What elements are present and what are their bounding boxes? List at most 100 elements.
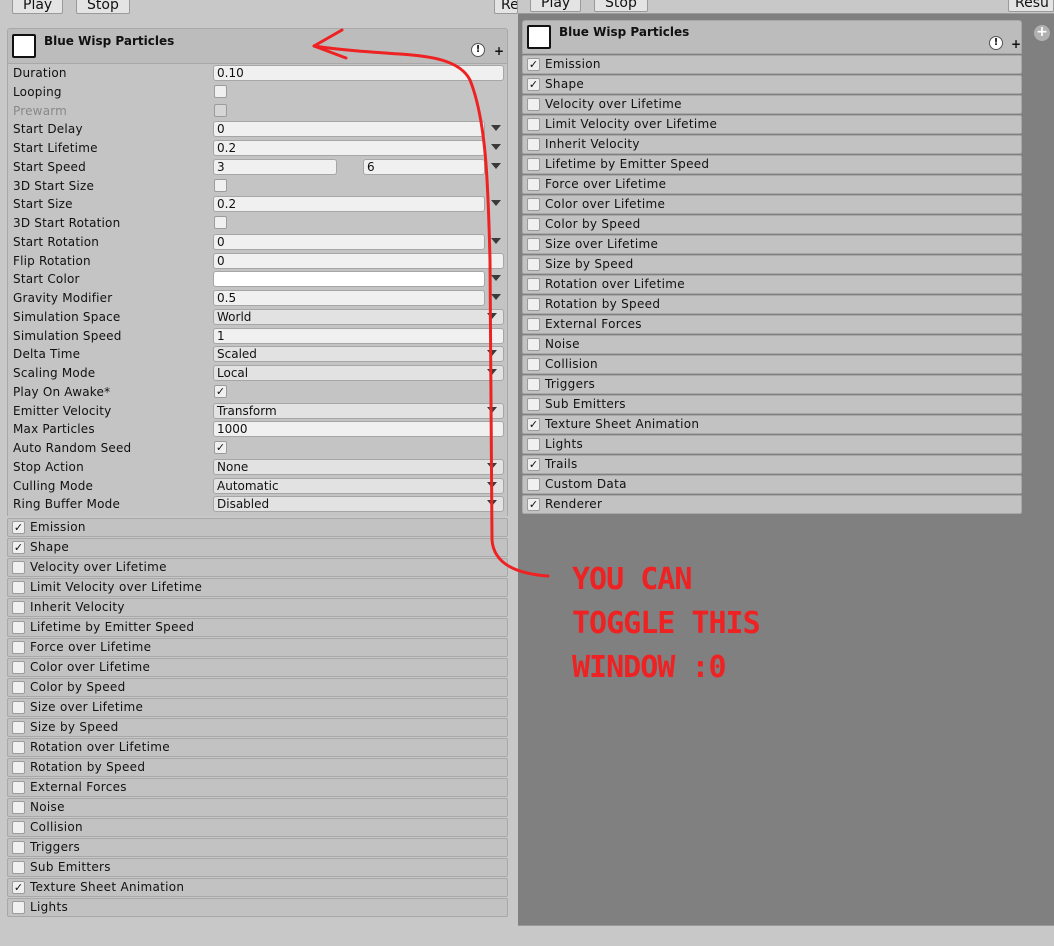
play-on-awake-checkbox[interactable]: ✓ bbox=[214, 384, 227, 398]
module-toggle-checkbox[interactable]: ✓ bbox=[527, 58, 540, 71]
delta-time-dropdown[interactable]: Scaled bbox=[213, 346, 504, 363]
module-toggle-checkbox[interactable] bbox=[12, 721, 25, 734]
module-toggle-checkbox[interactable] bbox=[527, 438, 540, 451]
module-toggle-checkbox[interactable] bbox=[12, 681, 25, 694]
emitter-velocity-dropdown[interactable]: Transform bbox=[213, 402, 504, 419]
module-toggle-checkbox[interactable] bbox=[12, 641, 25, 654]
module-texture-sheet-animation[interactable]: ✓ Texture Sheet Animation bbox=[7, 878, 508, 897]
module-toggle-checkbox[interactable] bbox=[527, 378, 540, 391]
looping-checkbox[interactable] bbox=[214, 84, 227, 98]
module-toggle-checkbox[interactable] bbox=[527, 118, 540, 131]
3d-start-size-checkbox[interactable] bbox=[214, 178, 227, 192]
module-lifetime-by-emitter-speed[interactable]: Lifetime by Emitter Speed bbox=[522, 155, 1022, 174]
chevron-down-icon[interactable] bbox=[491, 237, 501, 244]
stop-button[interactable]: Stop bbox=[76, 0, 130, 14]
module-toggle-checkbox[interactable]: ✓ bbox=[527, 78, 540, 91]
module-toggle-checkbox[interactable] bbox=[12, 701, 25, 714]
module-toggle-checkbox[interactable]: ✓ bbox=[527, 458, 540, 471]
module-toggle-checkbox[interactable] bbox=[12, 761, 25, 774]
module-toggle-checkbox[interactable] bbox=[12, 901, 25, 914]
reset-button[interactable]: Re bbox=[494, 0, 518, 14]
module-toggle-checkbox[interactable] bbox=[12, 561, 25, 574]
module-texture-sheet-animation[interactable]: ✓ Texture Sheet Animation bbox=[522, 415, 1022, 434]
scaling-mode-dropdown[interactable]: Local bbox=[213, 365, 504, 381]
module-toggle-checkbox[interactable] bbox=[527, 278, 540, 291]
culling-mode-dropdown[interactable]: Automatic bbox=[213, 477, 504, 494]
module-toggle-checkbox[interactable] bbox=[527, 238, 540, 251]
3d-start-rotation-checkbox[interactable] bbox=[214, 216, 227, 229]
module-toggle-checkbox[interactable] bbox=[527, 98, 540, 111]
module-collision[interactable]: Collision bbox=[7, 818, 508, 837]
add-icon-right[interactable]: + bbox=[1011, 37, 1021, 51]
help-icon[interactable]: ! bbox=[471, 43, 485, 57]
simulation-space-dropdown[interactable]: World bbox=[213, 308, 504, 325]
module-lights[interactable]: Lights bbox=[7, 898, 508, 917]
module-noise[interactable]: Noise bbox=[522, 335, 1022, 354]
module-size-by-speed[interactable]: Size by Speed bbox=[522, 255, 1022, 274]
module-toggle-checkbox[interactable]: ✓ bbox=[12, 881, 25, 894]
chevron-down-icon[interactable] bbox=[491, 162, 501, 169]
chevron-down-icon[interactable] bbox=[491, 125, 501, 132]
module-sub-emitters[interactable]: Sub Emitters bbox=[522, 395, 1022, 414]
start-lifetime-field[interactable]: 0.2 bbox=[213, 140, 485, 156]
reset-button-right[interactable]: Resu bbox=[1008, 0, 1054, 12]
module-toggle-checkbox[interactable] bbox=[12, 601, 25, 614]
module-toggle-checkbox[interactable] bbox=[527, 398, 540, 411]
module-force-over-lifetime[interactable]: Force over Lifetime bbox=[7, 638, 508, 657]
module-trails[interactable]: ✓ Trails bbox=[522, 455, 1022, 474]
module-toggle-checkbox[interactable] bbox=[12, 861, 25, 874]
stop-button-right[interactable]: Stop bbox=[594, 0, 648, 12]
chevron-down-icon[interactable] bbox=[491, 144, 501, 150]
module-noise[interactable]: Noise bbox=[7, 798, 508, 817]
module-color-over-lifetime[interactable]: Color over Lifetime bbox=[7, 658, 508, 677]
module-toggle-checkbox[interactable] bbox=[527, 358, 540, 371]
module-toggle-checkbox[interactable] bbox=[527, 178, 540, 191]
module-toggle-checkbox[interactable]: ✓ bbox=[12, 541, 25, 554]
module-inherit-velocity[interactable]: Inherit Velocity bbox=[7, 598, 508, 617]
module-toggle-checkbox[interactable] bbox=[527, 138, 540, 151]
start-speed-min-field[interactable]: 3 bbox=[213, 158, 337, 175]
module-velocity-over-lifetime[interactable]: Velocity over Lifetime bbox=[7, 558, 508, 577]
chevron-down-icon[interactable] bbox=[491, 200, 501, 207]
start-delay-field[interactable]: 0 bbox=[213, 121, 485, 138]
module-triggers[interactable]: Triggers bbox=[7, 838, 508, 857]
module-toggle-checkbox[interactable]: ✓ bbox=[527, 498, 540, 511]
module-color-by-speed[interactable]: Color by Speed bbox=[7, 678, 508, 697]
module-toggle-checkbox[interactable] bbox=[12, 741, 25, 754]
module-sub-emitters[interactable]: Sub Emitters bbox=[7, 858, 508, 877]
duration-field[interactable]: 0.10 bbox=[213, 65, 504, 81]
module-toggle-checkbox[interactable] bbox=[12, 621, 25, 634]
module-toggle-checkbox[interactable] bbox=[12, 661, 25, 674]
module-color-over-lifetime[interactable]: Color over Lifetime bbox=[522, 195, 1022, 214]
ring-buffer-mode-dropdown[interactable]: Disabled bbox=[213, 496, 504, 513]
add-component-icon[interactable]: + bbox=[1034, 25, 1050, 41]
module-force-over-lifetime[interactable]: Force over Lifetime bbox=[522, 175, 1022, 194]
gravity-modifier-field[interactable]: 0.5 bbox=[213, 290, 485, 306]
chevron-down-icon[interactable] bbox=[491, 275, 501, 282]
module-toggle-checkbox[interactable] bbox=[527, 258, 540, 271]
module-toggle-checkbox[interactable] bbox=[12, 781, 25, 794]
module-toggle-checkbox[interactable] bbox=[527, 198, 540, 211]
module-toggle-checkbox[interactable] bbox=[527, 318, 540, 331]
module-external-forces[interactable]: External Forces bbox=[7, 778, 508, 797]
module-custom-data[interactable]: Custom Data bbox=[522, 475, 1022, 494]
module-shape[interactable]: ✓ Shape bbox=[7, 538, 508, 557]
module-emission[interactable]: ✓ Emission bbox=[522, 55, 1022, 74]
start-color-swatch[interactable] bbox=[213, 271, 485, 288]
module-rotation-by-speed[interactable]: Rotation by Speed bbox=[522, 295, 1022, 314]
module-toggle-checkbox[interactable]: ✓ bbox=[527, 418, 540, 431]
module-toggle-checkbox[interactable] bbox=[12, 841, 25, 854]
module-limit-velocity-over-lifetime[interactable]: Limit Velocity over Lifetime bbox=[522, 115, 1022, 134]
component-header[interactable]: Blue Wisp Particles ! + bbox=[7, 28, 508, 64]
start-speed-max-field[interactable]: 6 bbox=[363, 158, 485, 175]
play-button-right[interactable]: Play bbox=[530, 0, 582, 12]
module-limit-velocity-over-lifetime[interactable]: Limit Velocity over Lifetime bbox=[7, 578, 508, 597]
add-icon[interactable]: + bbox=[494, 44, 504, 58]
module-external-forces[interactable]: External Forces bbox=[522, 315, 1022, 334]
module-emission[interactable]: ✓ Emission bbox=[7, 518, 508, 537]
module-size-by-speed[interactable]: Size by Speed bbox=[7, 718, 508, 737]
module-toggle-checkbox[interactable] bbox=[527, 298, 540, 311]
module-toggle-checkbox[interactable]: ✓ bbox=[12, 521, 25, 534]
module-size-over-lifetime[interactable]: Size over Lifetime bbox=[7, 698, 508, 717]
max-particles-field[interactable]: 1000 bbox=[213, 421, 504, 438]
